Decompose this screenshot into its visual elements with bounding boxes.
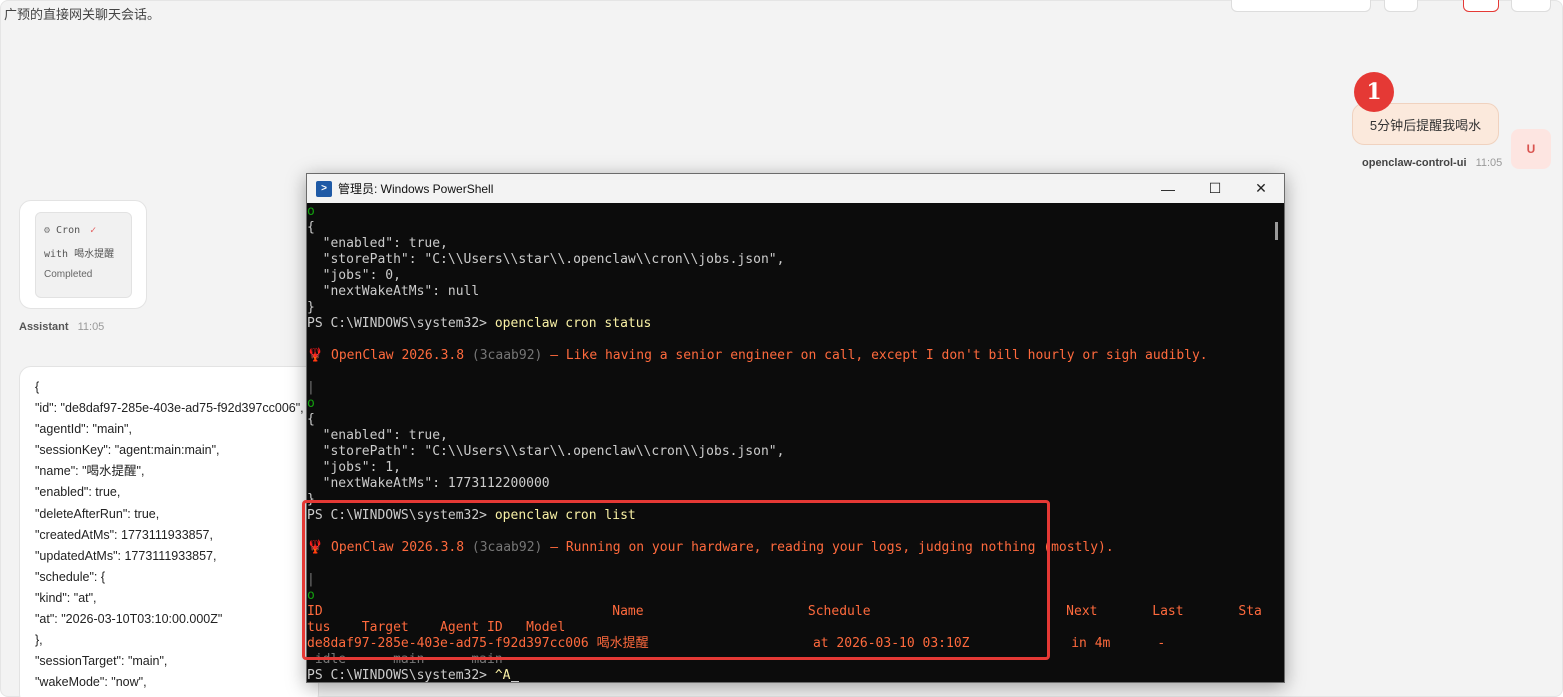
terminal-line: o (307, 588, 315, 603)
tool-status: Completed (44, 268, 93, 280)
json-line: "schedule": { (35, 569, 106, 584)
assistant-message-time: 11:05 (77, 321, 105, 333)
terminal-line: PS C:\WINDOWS\system32> openclaw cron li… (307, 508, 636, 523)
tool-name: Cron (56, 224, 81, 236)
json-line: "sessionKey": "agent:main:main", (35, 443, 220, 458)
top-menu-button[interactable] (1511, 0, 1551, 12)
assistant-message-meta: Assistant 11:05 (19, 321, 104, 333)
json-line: "enabled": true, (35, 485, 121, 500)
json-line: "sessionTarget": "main", (35, 654, 168, 669)
terminal-line: | (307, 380, 315, 395)
terminal-line: tus Target Agent ID Model (307, 620, 566, 635)
top-active-button[interactable] (1463, 0, 1499, 12)
json-line: "name": "喝水提醒", (35, 464, 145, 479)
top-action-button[interactable] (1384, 0, 1418, 12)
terminal-line: } (307, 300, 315, 315)
terminal-line: "jobs": 1, (307, 460, 401, 475)
terminal-line: PS C:\WINDOWS\system32> openclaw cron st… (307, 316, 652, 331)
terminal-cursor (510, 681, 519, 682)
chat-subtitle: 广预的直接网关聊天会话。 (4, 7, 161, 22)
tool-detail: with 喝水提醒 (44, 248, 115, 260)
terminal-line: | (307, 572, 315, 587)
terminal-line: ID Name Schedule Next Last Sta (307, 604, 1262, 619)
json-line: "createdAtMs": 1773111933857, (35, 527, 213, 542)
user-message-time: 11:05 (1475, 157, 1503, 169)
terminal-line: PS C:\WINDOWS\system32> ^A (307, 668, 1270, 682)
json-line: "at": "2026-03-10T03:10:00.000Z" (35, 612, 223, 627)
terminal-line: "nextWakeAtMs": null (307, 284, 480, 299)
terminal-line: o (307, 204, 315, 219)
json-line: "updatedAtMs": 1773111933857, (35, 548, 217, 563)
terminal-line: de8daf97-285e-403e-ad75-f92d397cc006 喝水提… (307, 636, 1166, 651)
json-line: "kind": "at", (35, 590, 97, 605)
powershell-window[interactable]: > 管理员: Windows PowerShell — ☐ ✕ o{ "enab… (306, 173, 1285, 683)
minimize-button[interactable]: — (1145, 174, 1191, 203)
json-line: "deleteAfterRun": true, (35, 506, 160, 521)
step-number-badge: 1 (1354, 72, 1394, 112)
tool-call-card[interactable]: ⚙ Cron ✓ with 喝水提醒 Completed (35, 212, 132, 298)
powershell-titlebar[interactable]: > 管理员: Windows PowerShell — ☐ ✕ (307, 174, 1284, 203)
user-sender-name: openclaw-control-ui (1362, 157, 1467, 169)
terminal-line: idle main main (307, 652, 503, 667)
powershell-icon: > (316, 180, 332, 197)
terminal-scrollbar[interactable] (1269, 204, 1284, 682)
terminal-line: { (307, 412, 315, 427)
terminal-line: "nextWakeAtMs": 1773112200000 (307, 476, 550, 491)
json-line: { (35, 380, 40, 394)
terminal-line: { (307, 220, 315, 235)
terminal-line: "enabled": true, (307, 428, 448, 443)
powershell-title: 管理员: Windows PowerShell (338, 182, 494, 196)
json-line: }, (35, 633, 43, 648)
terminal-line: 🦞 OpenClaw 2026.3.8 (3caab92) — Like hav… (307, 348, 1208, 363)
terminal-line: "storePath": "C:\\Users\\star\\.openclaw… (307, 252, 785, 267)
terminal-line: o (307, 396, 315, 411)
terminal-line: "enabled": true, (307, 236, 448, 251)
user-avatar: U (1511, 129, 1551, 169)
json-line: "wakeMode": "now", (35, 675, 147, 690)
terminal-line: 🦞 OpenClaw 2026.3.8 (3caab92) — Running … (307, 540, 1114, 555)
close-button[interactable]: ✕ (1238, 174, 1284, 203)
assistant-sender-name: Assistant (19, 321, 69, 333)
terminal-line: } (307, 492, 315, 507)
assistant-json-output: {"id": "de8daf97-285e-403e-ad75-f92d397c… (19, 366, 319, 697)
terminal-line: "jobs": 0, (307, 268, 401, 283)
checkmark-icon: ✓ (90, 224, 97, 236)
terminal-scroll-thumb[interactable] (1275, 222, 1278, 240)
top-search-field[interactable] (1231, 0, 1371, 12)
user-message-meta: openclaw-control-ui 11:05 (1362, 157, 1502, 169)
terminal-output[interactable]: o{ "enabled": true, "storePath": "C:\\Us… (307, 204, 1270, 682)
tool-call-bubble: ⚙ Cron ✓ with 喝水提醒 Completed (19, 200, 147, 309)
json-line: "id": "de8daf97-285e-403e-ad75-f92d397cc… (35, 401, 304, 416)
terminal-line: "storePath": "C:\\Users\\star\\.openclaw… (307, 444, 785, 459)
json-line: "agentId": "main", (35, 422, 132, 437)
tool-gear-icon: ⚙ (44, 224, 51, 236)
maximize-button[interactable]: ☐ (1192, 174, 1238, 203)
